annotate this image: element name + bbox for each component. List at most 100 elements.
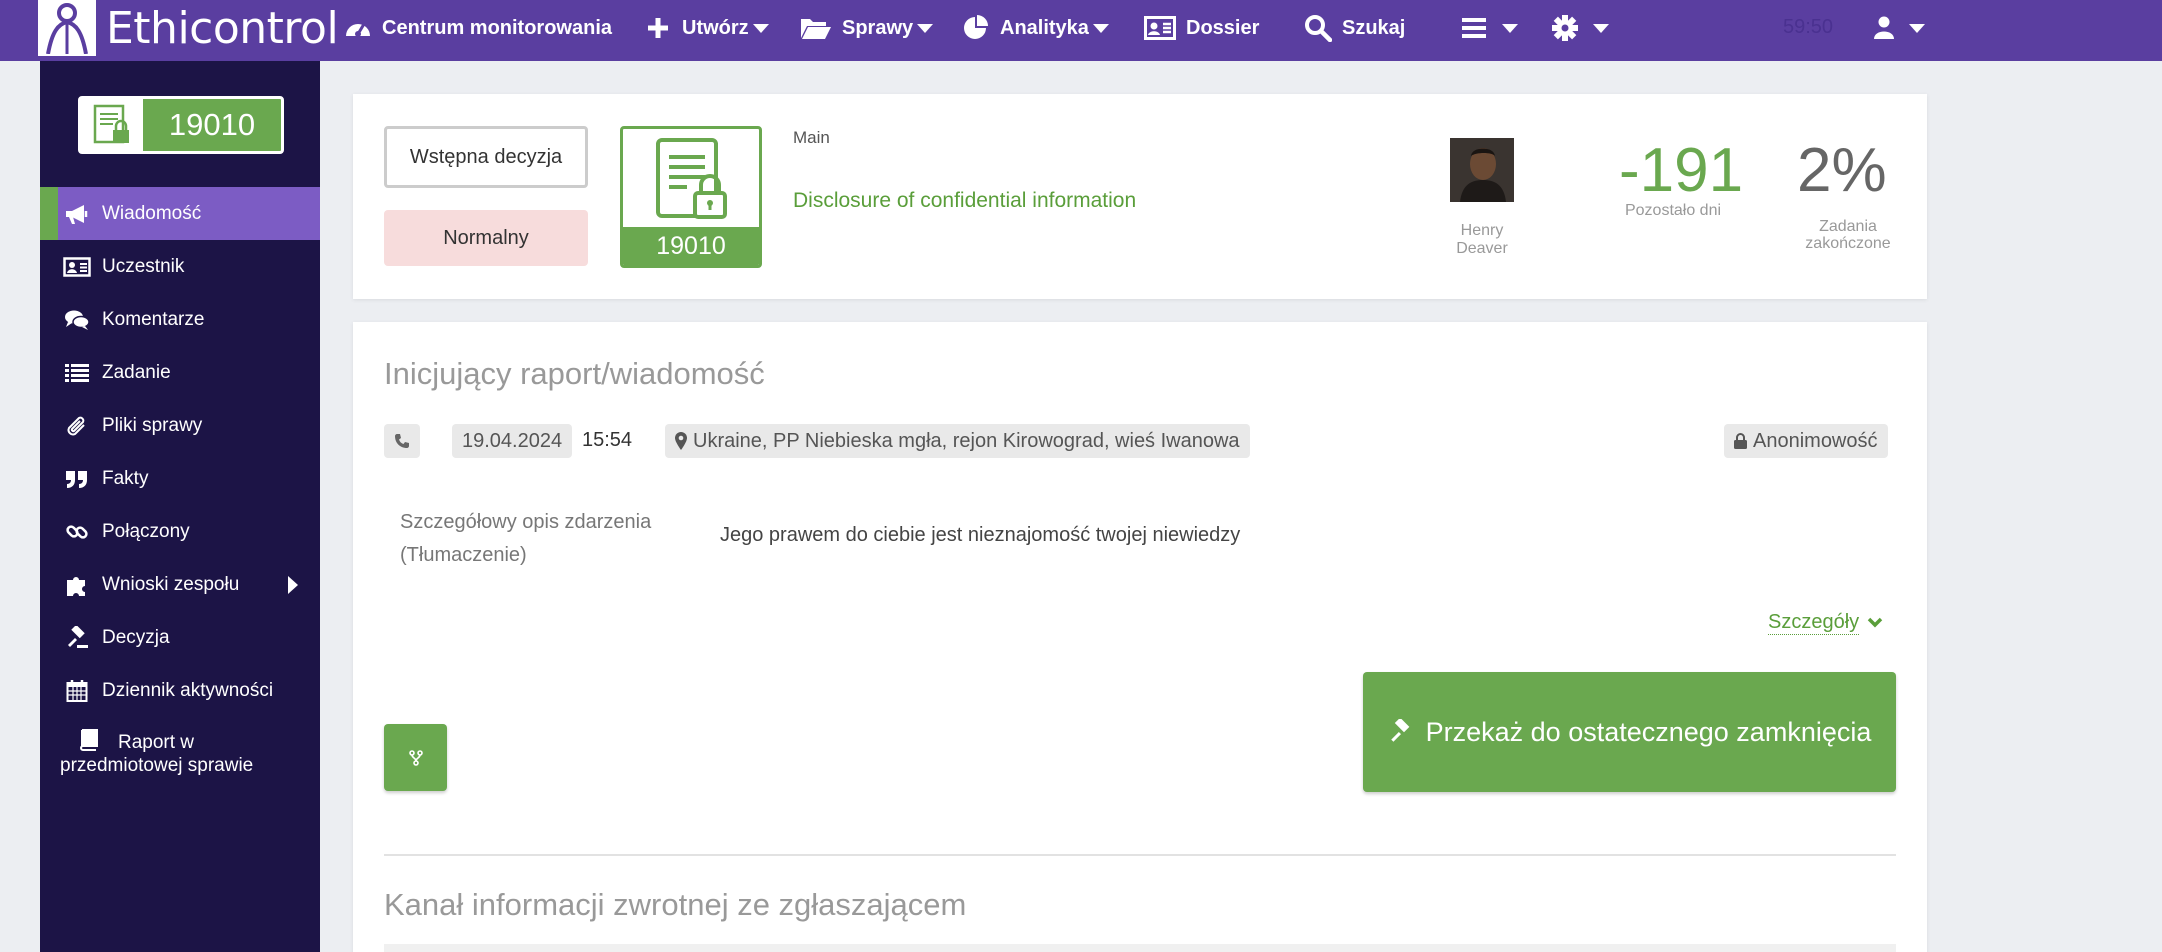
locked-document-icon (81, 99, 143, 151)
sidebar-item-komentarze[interactable]: Komentarze (40, 293, 320, 346)
close-button-label: Przekaż do ostatecznego zamknięcia (1425, 716, 1872, 747)
gear-icon (1551, 14, 1579, 42)
nav-search[interactable]: Szukaj (1304, 0, 1405, 56)
sidebar-item-uczestnik[interactable]: Uczestnik (40, 240, 320, 293)
sidebar-item-label: Wnioski zespołu (102, 573, 240, 595)
list-icon (62, 361, 92, 385)
sidebar-case-number: 19010 (168, 107, 256, 142)
puzzle-icon (62, 573, 92, 597)
report-card: Inicjujący raport/wiadomość 19.04.2024 1… (353, 322, 1927, 952)
description-value: Jego prawem do ciebie jest nieznajomość … (720, 524, 1241, 546)
lock-icon (1734, 433, 1747, 449)
priority-badge[interactable]: Normalny (384, 210, 588, 266)
book-icon (78, 729, 108, 751)
sidebar-item-label: Wiadomość (102, 202, 202, 224)
nav-label: Sprawy (842, 16, 914, 39)
feedback-panel-edge (384, 944, 1896, 952)
details-toggle[interactable]: Szczegóły (1768, 611, 1883, 635)
tasks-completed-label: Zadania zakończone (1805, 218, 1891, 252)
fork-button[interactable] (384, 724, 447, 791)
chevron-down-icon (1092, 23, 1109, 33)
details-label: Szczegóły (1768, 611, 1860, 635)
chevron-down-icon (1502, 23, 1518, 33)
sidebar-case-badge[interactable]: 19010 (78, 96, 284, 154)
nav-user-menu[interactable] (1873, 0, 1925, 56)
days-left-label: Pozostało dni (1624, 202, 1722, 219)
logo-mark-icon (38, 0, 96, 56)
paperclip-icon (62, 414, 92, 438)
sidebar-item-label: Decyzja (102, 626, 170, 648)
sidebar-item-wnioski-zespolu[interactable]: Wnioski zespołu (40, 558, 320, 611)
section-divider (384, 854, 1896, 856)
nav-settings[interactable] (1551, 0, 1609, 56)
sidebar-item-pliki-sprawy[interactable]: Pliki sprawy (40, 399, 320, 452)
map-marker-icon (675, 432, 687, 450)
id-card-icon (1144, 14, 1176, 42)
chevron-down-icon (1593, 23, 1609, 33)
case-number-tile: 19010 (620, 126, 762, 268)
gavel-icon (62, 625, 92, 650)
sidebar-item-decyzja[interactable]: Decyzja (40, 611, 320, 664)
sidebar-item-label: Raport w przedmiotowej sprawie (60, 729, 300, 777)
app-logo[interactable]: Ethicontrol (38, 0, 339, 56)
dashboard-gauge-icon (344, 14, 372, 42)
sidebar-item-label: Pliki sprawy (102, 414, 203, 436)
sidebar-item-label: Uczestnik (102, 255, 185, 277)
nav-analytics[interactable]: Analityka (962, 0, 1109, 56)
report-time: 15:54 (582, 429, 633, 451)
user-icon (1873, 14, 1895, 42)
initial-decision-button[interactable]: Wstępna decyzja (384, 126, 588, 188)
sidebar-item-wiadomosc[interactable]: Wiadomość (40, 187, 320, 240)
sidebar-item-label: Dziennik aktywności (102, 679, 274, 701)
sidebar-item-label: Komentarze (102, 308, 205, 330)
nav-create[interactable]: Utwórz (644, 0, 769, 56)
anonymity-badge: Anonimowość (1724, 424, 1888, 458)
sidebar-menu: Wiadomość Uczestnik Komentarze Zadanie P… (40, 187, 320, 789)
nav-label: Szukaj (1342, 16, 1406, 39)
nav-label: Utwórz (682, 16, 749, 39)
locked-document-icon (655, 137, 731, 221)
plus-icon (644, 14, 672, 42)
case-number: 19010 (623, 227, 759, 265)
sidebar-item-polaczony[interactable]: Połączony (40, 505, 320, 558)
nav-label: Analityka (1000, 16, 1089, 39)
nav-label: Dossier (1186, 16, 1260, 39)
days-left-value: -191 (1619, 136, 1744, 205)
phone-icon (394, 433, 410, 449)
sidebar-item-dziennik-aktywnosci[interactable]: Dziennik aktywności (40, 664, 320, 717)
search-icon (1304, 14, 1332, 42)
nav-monitoring[interactable]: Centrum monitorowania (344, 0, 612, 56)
gavel-icon (1388, 719, 1414, 745)
channel-badge (384, 424, 420, 458)
transfer-to-final-closure-button[interactable]: Przekaż do ostatecznego zamknięcia (1363, 672, 1896, 792)
chevron-down-icon (917, 23, 934, 33)
megaphone-icon (62, 202, 92, 226)
sidebar-item-fakty[interactable]: Fakty (40, 452, 320, 505)
description-label: Szczegółowy opis zdarzenia (Tłumaczenie) (400, 511, 652, 566)
link-icon (62, 520, 92, 544)
comments-icon (62, 308, 92, 332)
hamburger-menu-icon (1460, 14, 1488, 42)
sidebar-item-label: Zadanie (102, 361, 171, 383)
session-timer: 59:50 (1783, 16, 1834, 38)
nav-dossier[interactable]: Dossier (1144, 0, 1259, 56)
tasks-completed-value: 2% (1797, 136, 1887, 205)
case-title[interactable]: Disclosure of confidential information (793, 189, 1136, 213)
feedback-section-title: Kanał informacji zwrotnej ze zgłaszające… (384, 887, 967, 922)
anonymity-text: Anonimowość (1753, 429, 1878, 452)
nav-cases[interactable]: Sprawy (800, 0, 934, 56)
sidebar-item-zadanie[interactable]: Zadanie (40, 346, 320, 399)
chevron-right-icon (288, 575, 298, 594)
calendar-icon (62, 679, 92, 703)
chevron-down-icon (1909, 23, 1925, 33)
sidebar-item-label: Fakty (102, 467, 149, 489)
report-location: Ukraine, PP Niebieska mgła, rejon Kirowo… (665, 424, 1250, 458)
sidebar-item-label: Połączony (102, 520, 190, 542)
sidebar-item-raport[interactable]: Raport w przedmiotowej sprawie (40, 717, 320, 789)
folder-open-icon (800, 14, 832, 42)
sidebar: 19010 Wiadomość Uczestnik Komentarze Zad… (40, 61, 320, 952)
nav-menu-toggle[interactable] (1460, 0, 1518, 56)
app-name: Ethicontrol (106, 2, 339, 54)
avatar[interactable] (1450, 138, 1514, 202)
code-fork-icon (408, 749, 423, 766)
